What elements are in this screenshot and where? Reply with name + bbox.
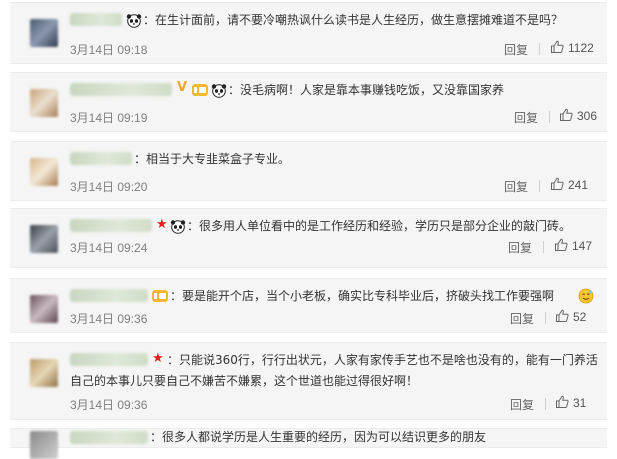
thumbs-up-icon — [551, 177, 564, 190]
username[interactable] — [70, 83, 172, 96]
reply-button[interactable]: 回复 — [504, 178, 528, 195]
username[interactable] — [70, 152, 132, 165]
thumbs-up-icon — [551, 40, 564, 53]
like-count: 1122 — [568, 41, 594, 55]
like-button[interactable]: 1122 — [550, 40, 594, 55]
thumbs-up-icon — [556, 395, 569, 408]
reply-button[interactable]: 回复 — [504, 41, 528, 58]
comment-timestamp: 3月14日 09:19 — [70, 111, 148, 125]
divider — [549, 111, 550, 123]
comment-card: V ：没毛病啊！人家是靠本事赚钱吃饭，又没靠国家养 3月14日 09:19 回复… — [10, 72, 607, 132]
username[interactable] — [70, 353, 148, 366]
like-button[interactable]: 306 — [559, 108, 597, 123]
like-button[interactable]: 31 — [555, 395, 586, 410]
avatar[interactable] — [30, 225, 58, 253]
sweat-smile-emoji-icon — [578, 288, 594, 308]
fire-emoji-icon — [191, 82, 209, 101]
thumbs-up-icon — [560, 108, 573, 121]
like-count: 306 — [577, 109, 598, 123]
comment-card: ：要是能开个店，当个小老板，确实比专科毕业后，挤破头找工作要强啊 3月14日 0… — [10, 278, 607, 333]
like-count: 52 — [573, 310, 587, 324]
divider — [545, 398, 546, 410]
thumbs-up-icon — [555, 238, 568, 251]
panda-emoji-icon — [126, 13, 142, 32]
comment-card: ：相当于大专韭菜盒子专业。 3月14日 09:20 回复 241 — [10, 141, 607, 201]
like-button[interactable]: 241 — [550, 177, 588, 192]
like-button[interactable]: 52 — [555, 309, 586, 324]
avatar[interactable] — [30, 359, 58, 387]
comment-timestamp: 3月14日 09:20 — [70, 180, 148, 194]
avatar[interactable] — [30, 19, 58, 47]
star-badge-icon: ★ — [152, 351, 164, 366]
username[interactable] — [70, 431, 148, 444]
comment-card: ★ ：很多用人单位看中的是工作经历和经验，学历只是部分企业的敲门砖。 3月14日… — [10, 208, 607, 268]
avatar[interactable] — [30, 431, 58, 459]
comment-timestamp: 3月14日 09:24 — [70, 241, 148, 255]
comment-timestamp: 3月14日 09:36 — [70, 398, 148, 412]
comment-text: ：很多用人单位看中的是工作经历和经验，学历只是部分企业的敲门砖。 — [187, 219, 572, 233]
like-count: 147 — [572, 239, 593, 253]
divider — [543, 241, 544, 253]
comment-card: ★ ：只能说360行，行行出状元，人家有家传手艺也不是啥也没有的，能有一门养活 … — [10, 342, 607, 420]
comment-text: ：要是能开个店，当个小老板，确实比专科毕业后，挤破头找工作要强啊 — [170, 289, 555, 303]
comment-text: ：很多人都说学历是人生重要的经历，因为可以结识更多的朋友 — [150, 430, 487, 444]
username[interactable] — [70, 219, 152, 232]
comment-text: ：相当于大专韭菜盒子专业。 — [134, 152, 291, 166]
comment-text: ：在生计面前，请不要冷嘲热讽什么读书是人生经历，做生意摆摊难道不是吗？ — [143, 13, 564, 27]
avatar[interactable] — [30, 89, 58, 117]
reply-button[interactable]: 回复 — [510, 310, 534, 327]
reply-button[interactable]: 回复 — [514, 109, 538, 126]
thumbs-up-icon — [556, 309, 569, 322]
username[interactable] — [70, 13, 122, 26]
comment-text: ：只能说360行，行行出状元，人家有家传手艺也不是啥也没有的，能有一门养活 — [167, 353, 598, 367]
reply-button[interactable]: 回复 — [510, 396, 534, 413]
panda-emoji-icon — [170, 219, 186, 238]
avatar[interactable] — [30, 295, 58, 323]
comment-timestamp: 3月14日 09:36 — [70, 312, 148, 326]
username[interactable] — [70, 289, 148, 302]
star-badge-icon: ★ — [156, 217, 168, 232]
comment-text-continued: 自己的本事儿只要自己不嫌苦不嫌累，这个世道也能过得很好啊！ — [70, 374, 419, 388]
like-count: 241 — [568, 178, 589, 192]
divider — [545, 312, 546, 324]
comment-text: ：没毛病啊！人家是靠本事赚钱吃饭，又没靠国家养 — [228, 83, 505, 97]
panda-emoji-icon — [211, 83, 227, 102]
comment-timestamp: 3月14日 09:18 — [70, 43, 148, 57]
comment-card: ：很多人都说学历是人生重要的经历，因为可以结识更多的朋友 — [10, 428, 607, 459]
avatar[interactable] — [30, 158, 58, 186]
fire-emoji-icon — [151, 288, 169, 307]
v-badge-icon: V — [177, 80, 188, 95]
comment-card: ：在生计面前，请不要冷嘲热讽什么读书是人生经历，做生意摆摊难道不是吗？ 3月14… — [10, 2, 607, 64]
like-count: 31 — [573, 396, 587, 410]
divider — [539, 180, 540, 192]
like-button[interactable]: 147 — [554, 238, 592, 253]
reply-button[interactable]: 回复 — [508, 239, 532, 256]
divider — [539, 43, 540, 55]
